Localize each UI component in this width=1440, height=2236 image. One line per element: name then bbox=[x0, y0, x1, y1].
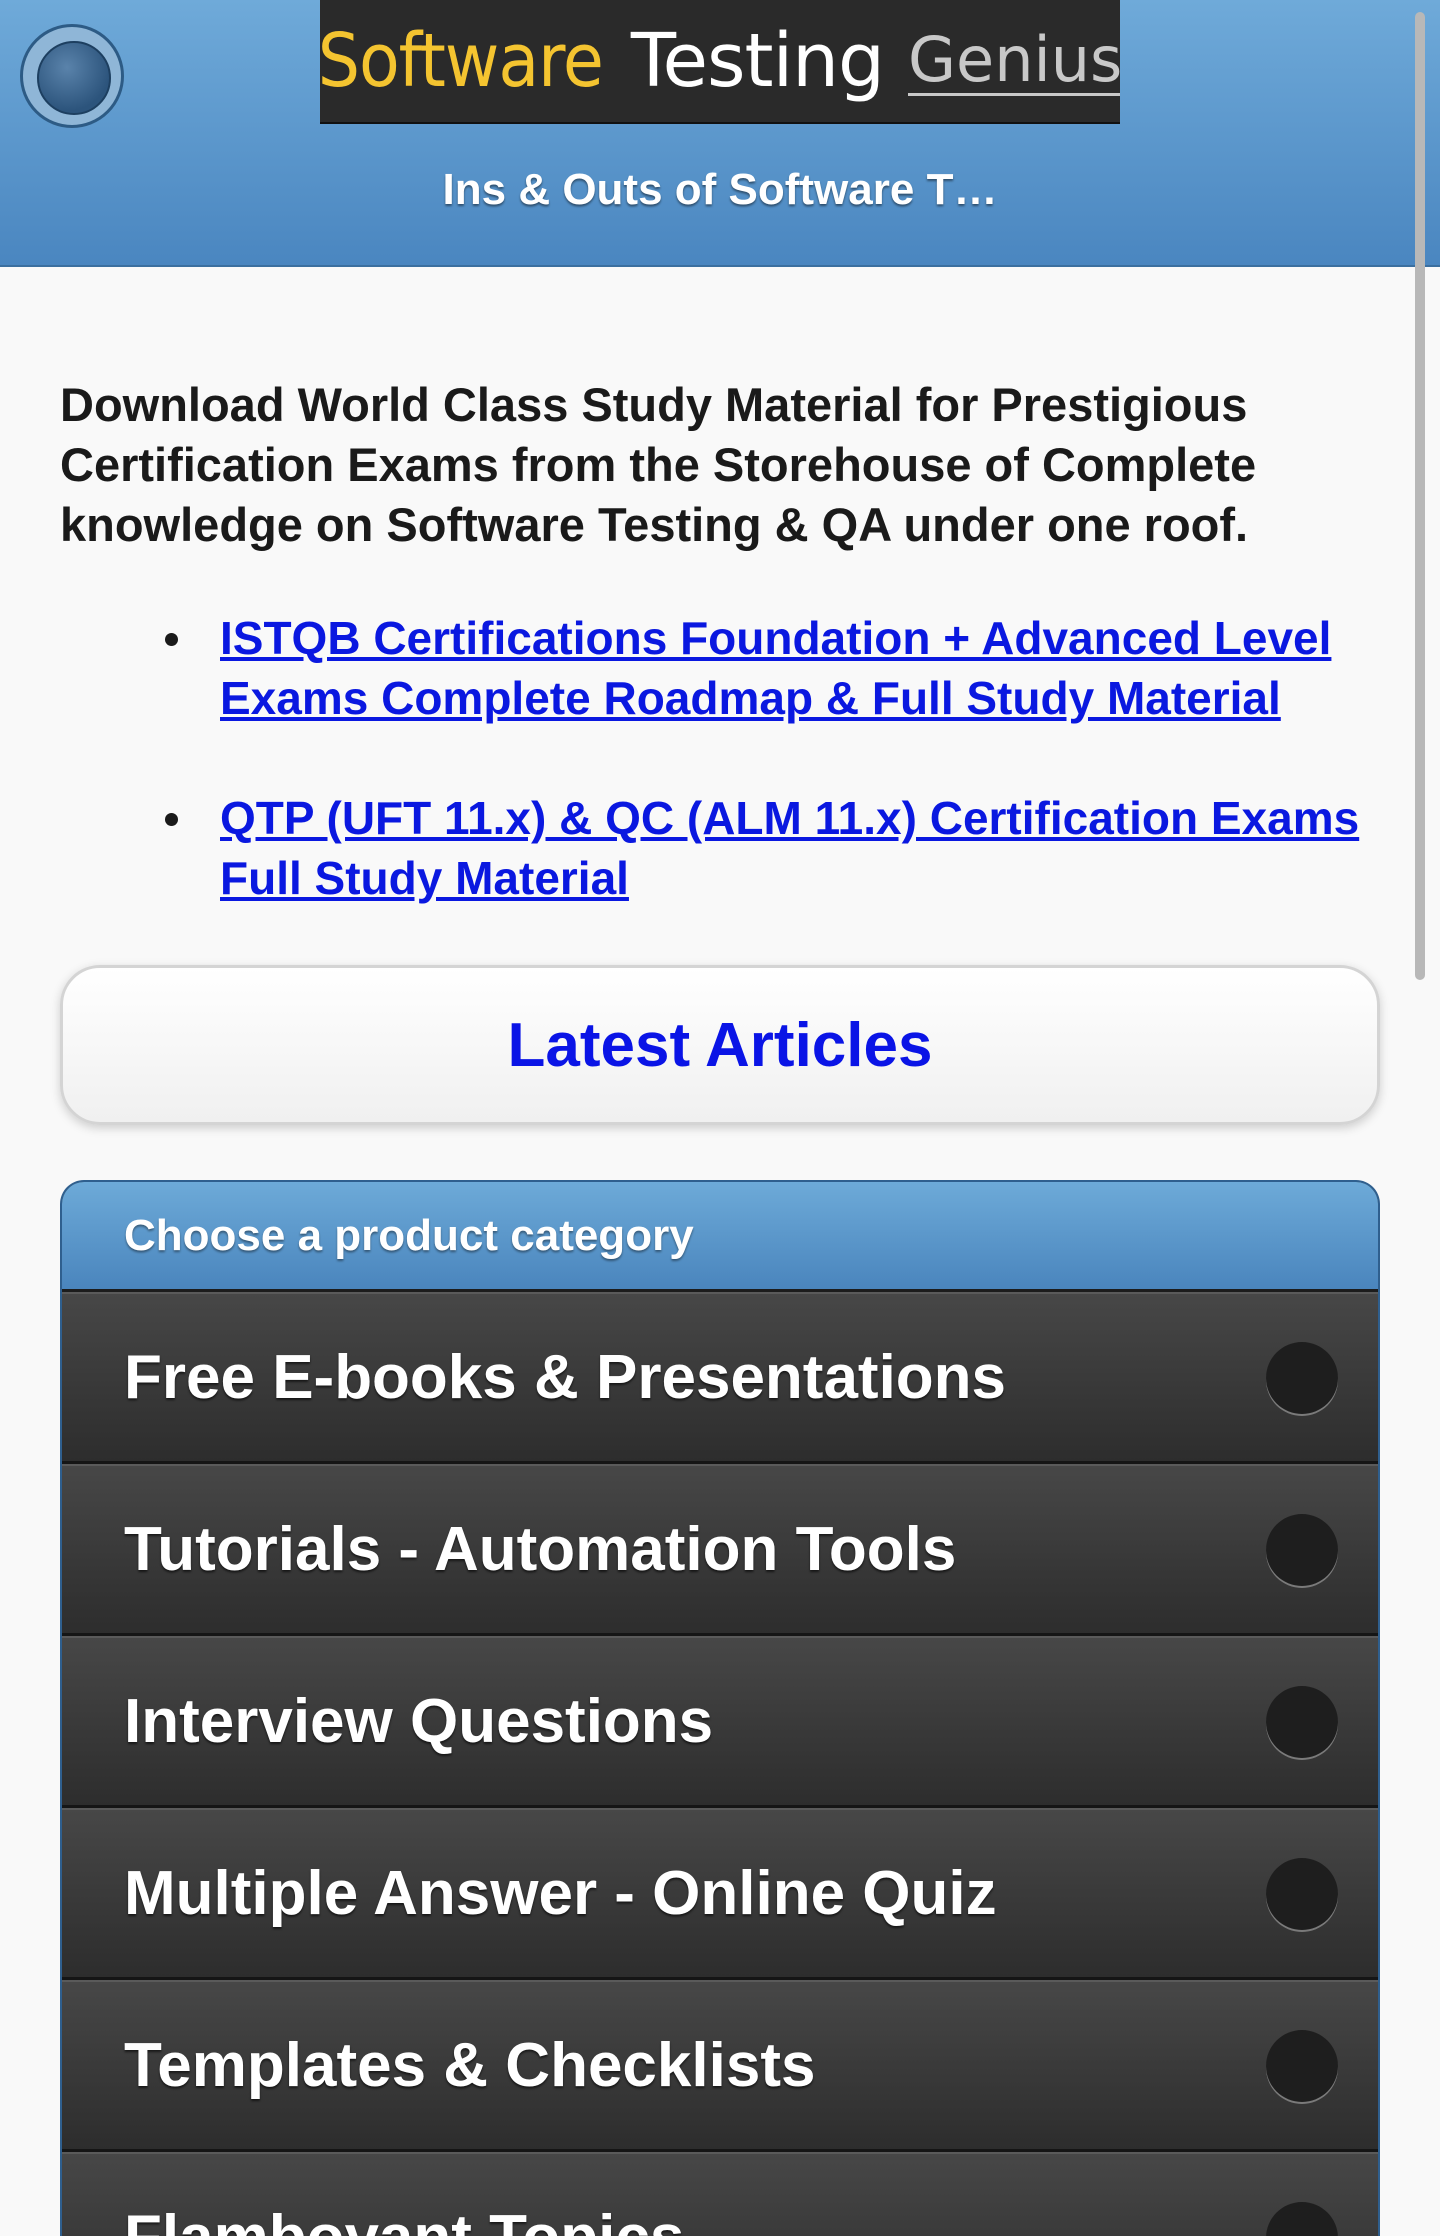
bullet-icon bbox=[165, 813, 178, 826]
list-item: ISTQB Certifications Foundation + Advanc… bbox=[60, 608, 1380, 728]
category-item-label: Interview Questions bbox=[124, 1687, 714, 1756]
category-item-label: Tutorials - Automation Tools bbox=[124, 1515, 957, 1584]
category-item-flamboyant[interactable]: Flamboyant Topics bbox=[62, 2152, 1378, 2236]
radio-icon bbox=[1266, 1341, 1338, 1414]
radio-icon bbox=[1266, 1857, 1338, 1930]
category-item-label: Free E-books & Presentations bbox=[124, 1343, 1007, 1412]
site-logo[interactable]: Software Testing Genius bbox=[320, 0, 1120, 124]
category-item-quiz[interactable]: Multiple Answer - Online Quiz bbox=[62, 1808, 1378, 1980]
qtp-qc-link[interactable]: QTP (UFT 11.x) & QC (ALM 11.x) Certifica… bbox=[220, 792, 1359, 904]
intro-text: Download World Class Study Material for … bbox=[60, 378, 1257, 551]
product-category-list: Choose a product category Free E-books &… bbox=[60, 1180, 1380, 2236]
radio-icon bbox=[1266, 2201, 1338, 2236]
category-item-interview[interactable]: Interview Questions bbox=[62, 1636, 1378, 1808]
bullet-icon bbox=[165, 633, 178, 646]
category-item-ebooks[interactable]: Free E-books & Presentations bbox=[62, 1292, 1378, 1464]
radio-icon bbox=[1266, 2029, 1338, 2102]
page-title: Ins & Outs of Software T… bbox=[442, 165, 998, 214]
radio-icon bbox=[1266, 1685, 1338, 1758]
category-item-label: Templates & Checklists bbox=[124, 2031, 816, 2100]
circle-menu-icon bbox=[37, 41, 111, 115]
category-item-label: Multiple Answer - Online Quiz bbox=[124, 1859, 997, 1928]
radio-icon bbox=[1266, 1513, 1338, 1586]
list-item: QTP (UFT 11.x) & QC (ALM 11.x) Certifica… bbox=[60, 788, 1380, 908]
logo-word-genius: Genius bbox=[908, 26, 1120, 96]
vertical-scrollbar[interactable] bbox=[1415, 12, 1425, 980]
istqb-link[interactable]: ISTQB Certifications Foundation + Advanc… bbox=[220, 612, 1331, 724]
latest-articles-label: Latest Articles bbox=[507, 1010, 933, 1080]
logo-word-testing: Testing bbox=[630, 18, 885, 104]
category-item-label: Flamboyant Topics bbox=[124, 2202, 684, 2236]
category-item-tutorials[interactable]: Tutorials - Automation Tools bbox=[62, 1464, 1378, 1636]
app-header: Software Testing Genius Ins & Outs of So… bbox=[0, 0, 1440, 267]
latest-articles-button[interactable]: Latest Articles bbox=[60, 965, 1380, 1125]
category-header: Choose a product category bbox=[62, 1182, 1378, 1292]
category-item-templates[interactable]: Templates & Checklists bbox=[62, 1980, 1378, 2152]
logo-word-software: Software bbox=[320, 18, 604, 104]
menu-button[interactable] bbox=[20, 24, 124, 128]
study-material-links: ISTQB Certifications Foundation + Advanc… bbox=[60, 608, 1380, 968]
